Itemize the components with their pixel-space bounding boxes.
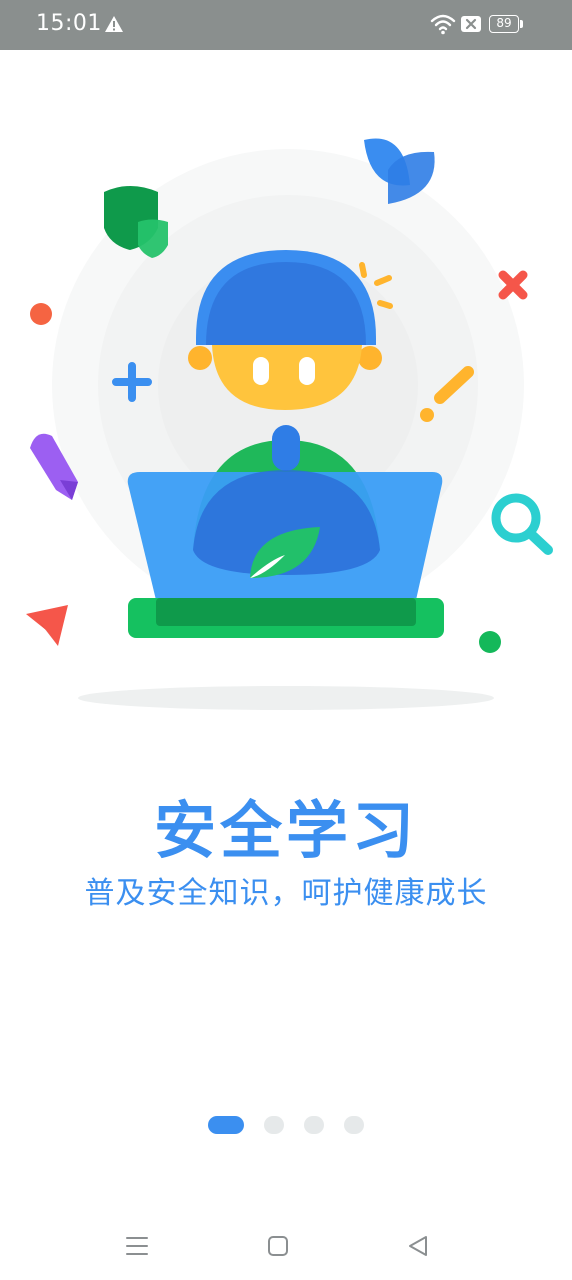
close-x-icon — [498, 270, 528, 300]
system-nav-bar — [0, 1212, 572, 1272]
page-dot[interactable] — [264, 1116, 284, 1134]
x-box-icon — [461, 16, 481, 32]
menu-icon[interactable] — [123, 1232, 151, 1260]
status-bar: 15:01 89 — [0, 0, 572, 50]
magnifier-icon — [491, 493, 553, 555]
status-time: 15:01 — [36, 11, 102, 36]
page-dot[interactable] — [344, 1116, 364, 1134]
dot-decoration — [30, 303, 52, 325]
onboarding-illustration — [26, 138, 553, 710]
onboarding-title: 安全学习 — [153, 794, 418, 867]
back-triangle-icon[interactable] — [404, 1232, 432, 1260]
dot-decoration — [479, 631, 501, 653]
page-indicator — [0, 1113, 572, 1137]
laptop-icon — [127, 470, 444, 638]
warning-icon — [105, 16, 123, 32]
paper-plane-icon — [26, 605, 68, 646]
home-square-icon[interactable] — [264, 1232, 292, 1260]
battery-level: 89 — [496, 16, 512, 30]
wifi-icon — [430, 14, 456, 35]
page-dot-active[interactable] — [208, 1116, 244, 1134]
onboarding-subtitle: 普及安全知识，呵护健康成长 — [84, 876, 488, 911]
battery-icon: 89 — [489, 15, 523, 33]
page-dot[interactable] — [304, 1116, 324, 1134]
